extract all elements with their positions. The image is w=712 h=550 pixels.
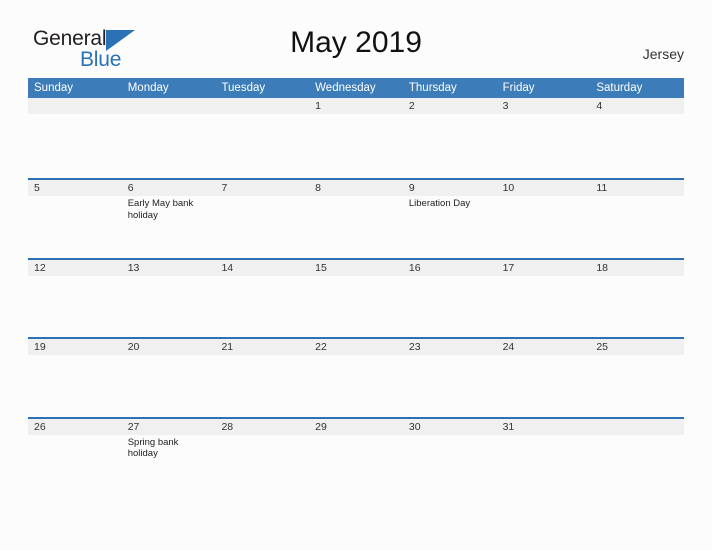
day-event[interactable] bbox=[497, 435, 591, 497]
day-event-band bbox=[28, 355, 684, 417]
location-label: Jersey bbox=[642, 46, 684, 62]
day-event[interactable] bbox=[590, 114, 684, 176]
day-event-band: Spring bank holiday bbox=[28, 434, 684, 497]
day-number[interactable]: 31 bbox=[497, 419, 591, 435]
page-title: May 2019 bbox=[290, 26, 422, 59]
day-number[interactable]: 14 bbox=[215, 260, 309, 276]
day-event[interactable] bbox=[590, 276, 684, 338]
day-event[interactable] bbox=[309, 435, 403, 497]
day-event[interactable] bbox=[28, 114, 122, 176]
day-number[interactable]: 25 bbox=[590, 339, 684, 355]
day-event-band bbox=[28, 275, 684, 338]
day-number[interactable]: 22 bbox=[309, 339, 403, 355]
day-number[interactable] bbox=[215, 98, 309, 114]
weekday-header-sunday: Sunday bbox=[34, 82, 74, 94]
day-event[interactable]: Spring bank holiday bbox=[122, 435, 216, 497]
day-number[interactable] bbox=[28, 98, 122, 114]
day-number[interactable]: 11 bbox=[590, 180, 684, 196]
day-number-band: 12 13 14 15 16 17 18 bbox=[28, 259, 684, 276]
week-row: 19 20 21 22 23 24 25 bbox=[28, 337, 684, 417]
day-event-band: Early May bank holiday Liberation Day bbox=[28, 196, 684, 258]
day-event[interactable] bbox=[215, 114, 309, 176]
day-number[interactable]: 6 bbox=[122, 180, 216, 196]
day-number[interactable]: 15 bbox=[309, 260, 403, 276]
day-number[interactable]: 9 bbox=[403, 180, 497, 196]
day-number[interactable]: 17 bbox=[497, 260, 591, 276]
day-number[interactable]: 2 bbox=[403, 98, 497, 114]
day-event[interactable] bbox=[309, 276, 403, 338]
day-event[interactable] bbox=[497, 276, 591, 338]
weekday-header-row: Sunday Monday Tuesday Wednesday Thursday… bbox=[28, 78, 684, 98]
day-event[interactable] bbox=[590, 435, 684, 497]
day-number[interactable]: 26 bbox=[28, 419, 122, 435]
day-number[interactable]: 19 bbox=[28, 339, 122, 355]
day-number[interactable]: 23 bbox=[403, 339, 497, 355]
day-event[interactable]: Liberation Day bbox=[403, 196, 497, 258]
week-row: 12 13 14 15 16 17 18 bbox=[28, 257, 684, 338]
day-event[interactable] bbox=[215, 355, 309, 417]
day-event[interactable] bbox=[122, 276, 216, 338]
day-number-band: 19 20 21 22 23 24 25 bbox=[28, 339, 684, 355]
day-event[interactable] bbox=[28, 196, 122, 258]
day-number[interactable]: 12 bbox=[28, 260, 122, 276]
day-number[interactable]: 5 bbox=[28, 180, 122, 196]
day-number-band: 26 27 28 29 30 31 bbox=[28, 418, 684, 435]
day-event[interactable] bbox=[122, 355, 216, 417]
day-event[interactable] bbox=[403, 355, 497, 417]
calendar-grid: Sunday Monday Tuesday Wednesday Thursday… bbox=[28, 78, 684, 497]
day-number[interactable]: 4 bbox=[590, 98, 684, 114]
day-event[interactable] bbox=[497, 114, 591, 176]
day-number-band: 1 2 3 4 bbox=[28, 98, 684, 114]
day-event[interactable] bbox=[28, 355, 122, 417]
day-event[interactable]: Early May bank holiday bbox=[122, 196, 216, 258]
day-event[interactable] bbox=[403, 114, 497, 176]
day-event[interactable] bbox=[309, 114, 403, 176]
day-event[interactable] bbox=[309, 196, 403, 258]
day-number[interactable]: 1 bbox=[309, 98, 403, 114]
day-event[interactable] bbox=[122, 114, 216, 176]
day-event[interactable] bbox=[497, 196, 591, 258]
week-row: 5 6 7 8 9 10 11 Early May bank holiday L… bbox=[28, 178, 684, 258]
calendar-page: General Blue May 2019 Jersey Sunday Mond… bbox=[0, 0, 712, 550]
page-header: General Blue May 2019 Jersey bbox=[0, 0, 712, 70]
weekday-header-wednesday: Wednesday bbox=[315, 82, 376, 94]
day-number[interactable]: 24 bbox=[497, 339, 591, 355]
weekday-header-thursday: Thursday bbox=[408, 82, 457, 94]
weekday-header-tuesday: Tuesday bbox=[221, 82, 266, 94]
day-number[interactable]: 7 bbox=[215, 180, 309, 196]
day-event[interactable] bbox=[403, 435, 497, 497]
day-number[interactable]: 27 bbox=[122, 419, 216, 435]
day-number[interactable]: 20 bbox=[122, 339, 216, 355]
week-row: 26 27 28 29 30 31 Spring bank holiday bbox=[28, 416, 684, 497]
weekday-header-saturday: Saturday bbox=[596, 82, 643, 94]
day-number[interactable]: 18 bbox=[590, 260, 684, 276]
weekday-header-monday: Monday bbox=[127, 82, 169, 94]
day-number[interactable] bbox=[590, 419, 684, 435]
day-event[interactable] bbox=[215, 196, 309, 258]
day-number[interactable]: 13 bbox=[122, 260, 216, 276]
day-number[interactable]: 29 bbox=[309, 419, 403, 435]
weekday-header-friday: Friday bbox=[502, 82, 535, 94]
day-event[interactable] bbox=[309, 355, 403, 417]
day-number[interactable] bbox=[122, 98, 216, 114]
day-event[interactable] bbox=[497, 355, 591, 417]
day-event[interactable] bbox=[590, 355, 684, 417]
day-event-band bbox=[28, 114, 684, 176]
day-event[interactable] bbox=[215, 435, 309, 497]
day-event[interactable] bbox=[215, 276, 309, 338]
day-number[interactable]: 30 bbox=[403, 419, 497, 435]
day-event[interactable] bbox=[28, 435, 122, 497]
week-row: 1 2 3 4 bbox=[28, 98, 684, 178]
day-number-band: 5 6 7 8 9 10 11 bbox=[28, 180, 684, 196]
day-number[interactable]: 16 bbox=[403, 260, 497, 276]
day-number[interactable]: 8 bbox=[309, 180, 403, 196]
day-number[interactable]: 28 bbox=[215, 419, 309, 435]
day-number[interactable]: 21 bbox=[215, 339, 309, 355]
day-number[interactable]: 3 bbox=[497, 98, 591, 114]
day-number[interactable]: 10 bbox=[497, 180, 591, 196]
day-event[interactable] bbox=[590, 196, 684, 258]
day-event[interactable] bbox=[28, 276, 122, 338]
day-event[interactable] bbox=[403, 276, 497, 338]
